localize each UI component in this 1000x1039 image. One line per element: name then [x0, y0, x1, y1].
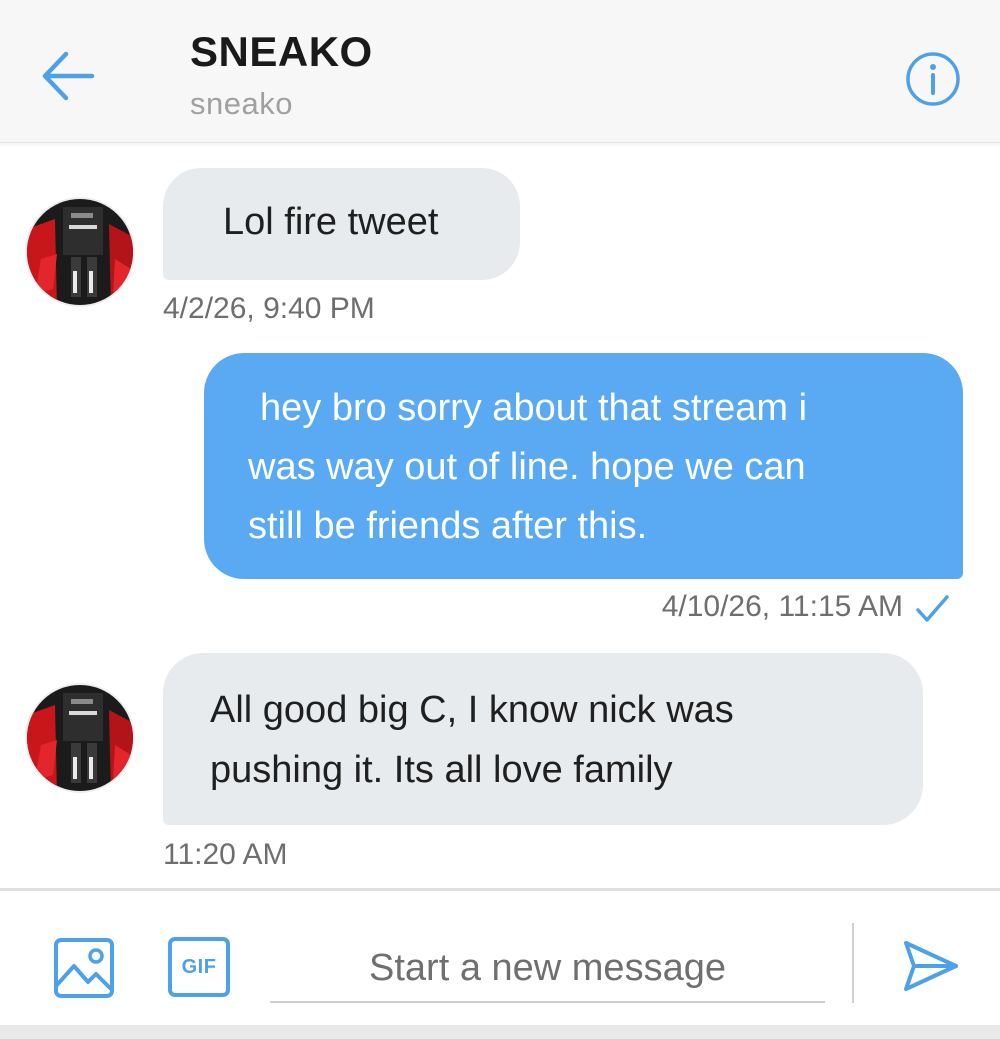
message-text-line: All good big C, I know nick was [210, 689, 734, 731]
composer-divider [852, 923, 854, 1003]
add-image-button[interactable] [52, 936, 116, 1000]
message-input[interactable] [270, 935, 825, 1003]
message-timestamp: 4/10/26, 11:15 AM [661, 590, 903, 623]
bottom-bar [0, 1025, 1000, 1039]
avatar[interactable] [25, 683, 135, 793]
message-bubble-outgoing[interactable]: hey bro sorry about that stream i was wa… [204, 353, 963, 579]
info-circle-icon [906, 52, 960, 106]
message-text-line: hey bro sorry about that stream i [260, 387, 808, 429]
message-bubble-incoming[interactable]: All good big C, I know nick was pushing … [163, 653, 923, 825]
message-text-line: pushing it. Its all love family [210, 749, 673, 791]
message-text-line: Lol fire tweet [223, 201, 439, 243]
message-composer: GIF [0, 888, 1000, 1025]
gif-button[interactable]: GIF [168, 937, 230, 997]
arrow-left-icon [42, 51, 95, 101]
info-button[interactable] [904, 50, 962, 108]
message-bubble-incoming[interactable]: Lol fire tweet [163, 168, 520, 280]
send-button[interactable] [900, 935, 962, 997]
contact-handle: sneako [190, 86, 293, 121]
message-text-line: still be friends after this. [248, 505, 648, 547]
checkmark-icon [916, 595, 949, 622]
dm-conversation-screen: SNEAKO sneako Lol fire tweet 4/2/26, 9:4… [0, 0, 1000, 1039]
conversation-header: SNEAKO sneako [0, 0, 1000, 143]
message-timestamp: 11:20 AM [163, 838, 288, 871]
image-icon [54, 938, 114, 998]
send-icon [904, 941, 958, 991]
message-text-line: was way out of line. hope we can [248, 446, 806, 488]
message-timestamp: 4/2/26, 9:40 PM [163, 292, 375, 325]
back-button[interactable] [36, 44, 100, 108]
avatar[interactable] [25, 197, 135, 307]
contact-name: SNEAKO [190, 28, 373, 75]
